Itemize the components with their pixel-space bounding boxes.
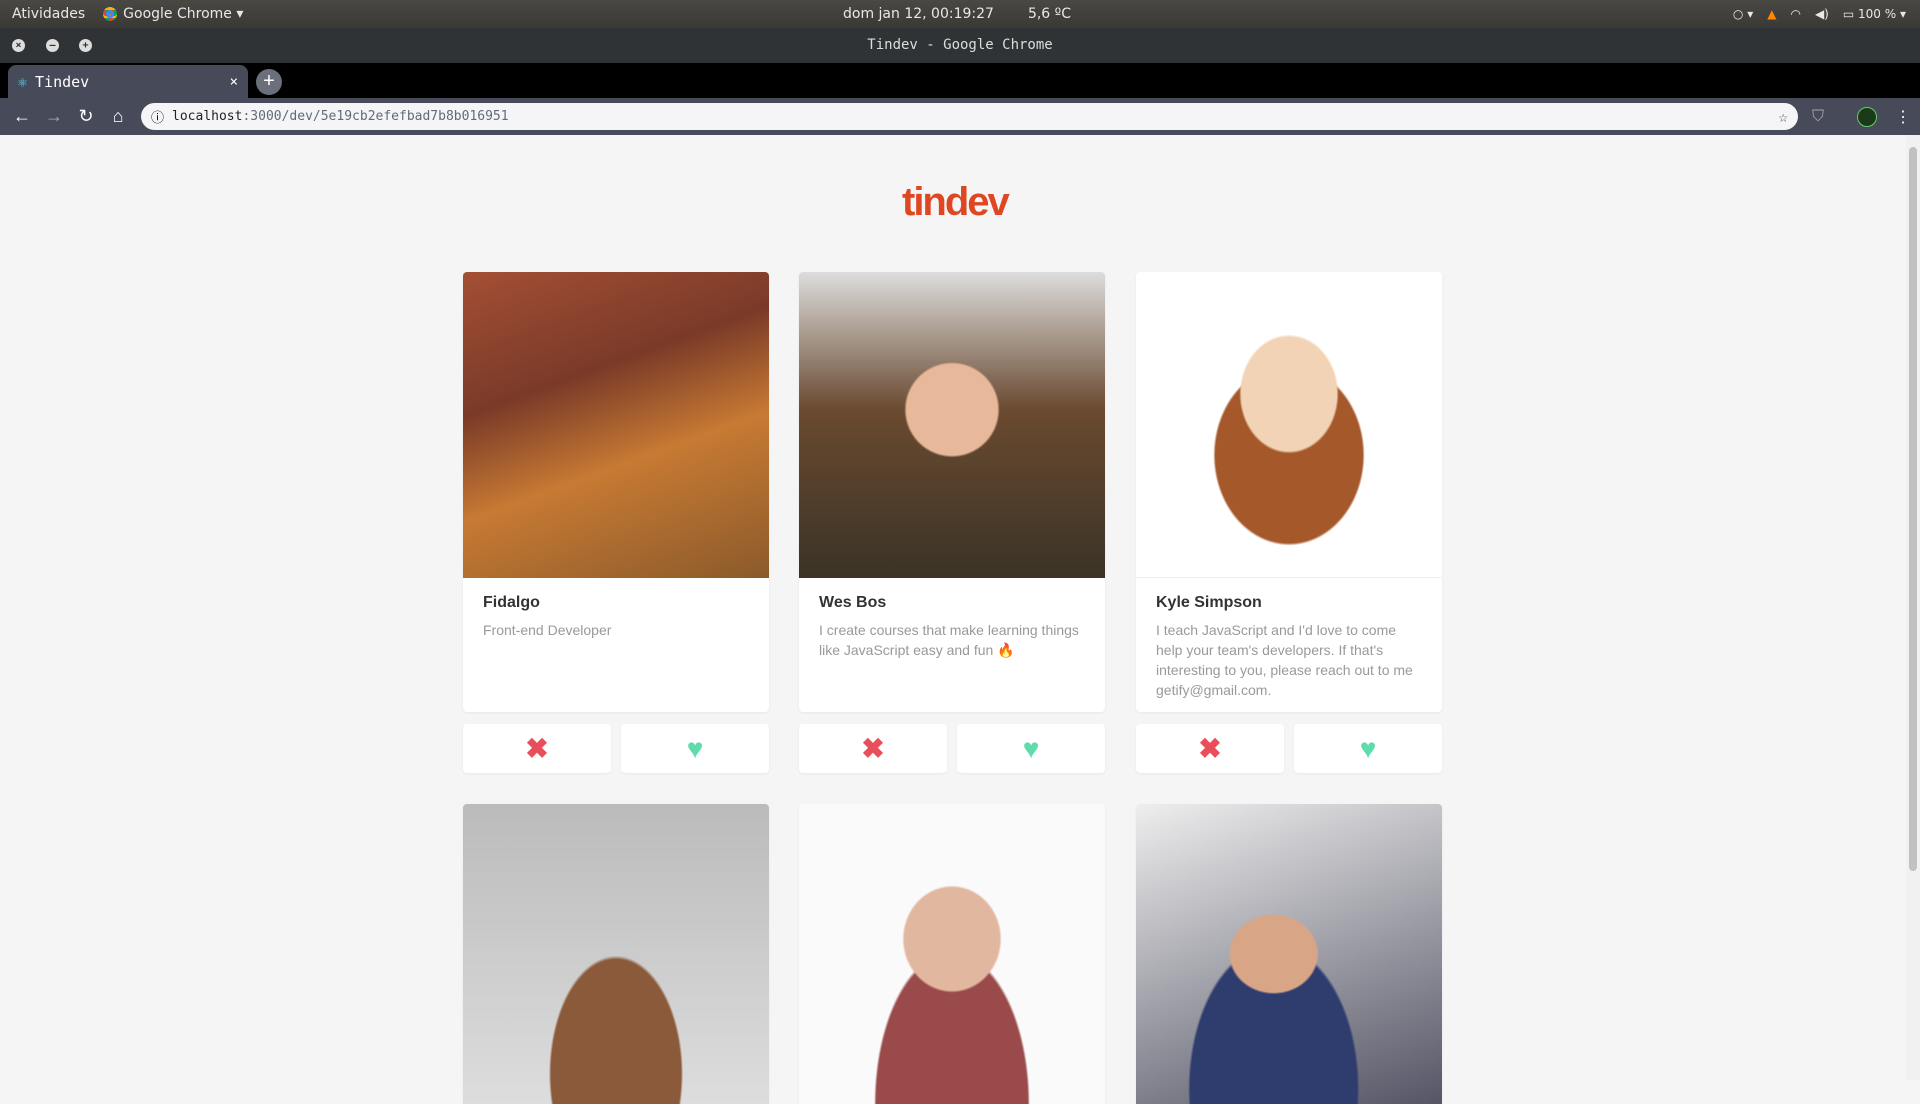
dev-card: Kyle Simpson I teach JavaScript and I'd l… [1136,272,1442,712]
dev-name: Wes Bos [819,594,887,611]
home-icon[interactable]: ⌂ [102,106,134,127]
back-icon[interactable]: ← [6,106,38,127]
clock[interactable]: dom jan 12, 00:19:27 [843,6,994,22]
dev-avatar [799,804,1105,1104]
dev-avatar [463,272,769,578]
dev-avatar [799,272,1105,578]
x-icon: ✖ [1198,733,1222,764]
forward-icon[interactable]: → [38,106,70,127]
navigation-bar: ← → ↻ ⌂ ⓘ localhost:3000/dev/5e19cb2efef… [0,98,1920,135]
close-window-icon[interactable]: × [12,39,25,52]
x-icon: ✖ [525,733,549,764]
new-tab-button[interactable]: + [256,69,282,95]
tab-tindev[interactable]: ⚛ Tindev × [8,65,248,98]
like-button[interactable]: ♥ [957,724,1105,773]
react-favicon-icon: ⚛ [18,72,28,91]
dislike-button[interactable]: ✖ [1136,724,1284,773]
bookmark-star-icon[interactable]: ☆ [1778,107,1788,126]
system-top-bar: Atividades Google Chrome ▾ dom jan 12, 0… [0,0,1920,28]
dislike-button[interactable]: ✖ [799,724,947,773]
dev-card [1136,804,1442,1104]
extension-shield-icon[interactable]: ⛉ [1812,108,1824,126]
window-title: Tindev - Google Chrome [867,37,1053,53]
dev-bio: Front-end Developer [483,622,612,638]
app-menu[interactable]: Google Chrome ▾ [103,6,243,22]
heart-icon: ♥ [686,732,704,764]
window-titlebar: × – + Tindev - Google Chrome [0,28,1920,63]
dislike-button[interactable]: ✖ [463,724,611,773]
profile-avatar[interactable] [1857,106,1877,127]
dev-avatar [1136,804,1442,1104]
dev-card: Fidalgo Front-end Developer [463,272,769,712]
tab-strip: ⚛ Tindev × + [0,63,1920,98]
dev-avatar [463,804,769,1104]
status-icon[interactable]: ○ ▾ [1733,7,1753,21]
dev-bio: I teach JavaScript and I'd love to come … [1156,622,1413,698]
heart-icon: ♥ [1359,732,1377,764]
tindev-logo: tindev [902,180,1010,224]
activities-button[interactable]: Atividades [12,6,85,22]
dev-card: Wes Bos I create courses that make learni… [799,272,1105,712]
scrollbar[interactable] [1906,135,1920,1080]
battery-indicator[interactable]: ▭ 100 % ▾ [1843,7,1906,21]
dev-name: Kyle Simpson [1156,594,1262,611]
dev-card [799,804,1105,1104]
reload-icon[interactable]: ↻ [70,106,102,127]
dev-name: Fidalgo [483,594,540,611]
like-button[interactable]: ♥ [621,724,769,773]
like-button[interactable]: ♥ [1294,724,1442,773]
address-bar[interactable]: ⓘ localhost:3000/dev/5e19cb2efefbad7b8b0… [141,103,1798,130]
dev-card [463,804,769,1104]
weather: 5,6 ºC [1027,6,1072,22]
heart-icon: ♥ [1022,732,1040,764]
x-icon: ✖ [861,733,885,764]
volume-icon: ◀) [1814,7,1829,21]
minimize-window-icon[interactable]: – [46,39,59,52]
maximize-window-icon[interactable]: + [79,39,92,52]
vlc-icon[interactable]: ▲ [1767,7,1776,21]
info-icon[interactable]: ⓘ [151,107,164,126]
chrome-icon [103,7,118,21]
dev-avatar [1136,272,1442,578]
close-tab-icon[interactable]: × [230,74,238,90]
menu-icon[interactable]: ⋮ [1895,107,1911,127]
wifi-icon: ◠ [1790,7,1801,21]
dev-bio: I create courses that make learning thin… [819,622,1079,658]
